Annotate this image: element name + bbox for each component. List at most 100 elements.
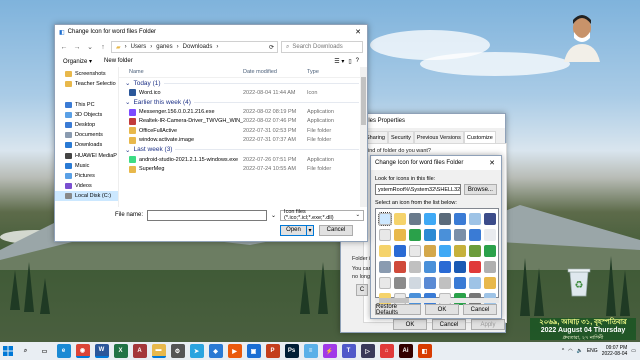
refresh-icon[interactable]: ⟳	[269, 44, 277, 51]
chevron-down-icon[interactable]: ⌄	[85, 43, 95, 51]
back-arrow-icon[interactable]: ←	[59, 44, 69, 51]
icon-list[interactable]	[375, 208, 499, 305]
file-row[interactable]: SuperMeg 2022-07-24 10:55 AM File folder	[119, 164, 367, 173]
shell-icon-option[interactable]	[439, 213, 451, 225]
shell-icon-option[interactable]	[424, 277, 436, 289]
restore-defaults-button[interactable]: Restore Defaults	[375, 304, 421, 316]
shell-icon-option[interactable]	[454, 277, 466, 289]
file-row[interactable]: Realtek-IR-Camera-Driver_TWVGH_WIN_... 20…	[119, 117, 367, 126]
open-dialog-close-button[interactable]: ✕	[349, 25, 367, 39]
forward-arrow-icon[interactable]: →	[72, 44, 82, 51]
props-ok-button[interactable]: OK	[393, 319, 427, 330]
tab-customize[interactable]: Customize	[463, 131, 496, 143]
nav-item[interactable]: Local Disk (C:)	[55, 191, 118, 202]
breadcrumb-ganes[interactable]: ganes	[156, 44, 172, 50]
start-button[interactable]	[0, 342, 16, 360]
photos-icon[interactable]: ▣	[246, 344, 261, 358]
settings-icon[interactable]: ⚙	[170, 344, 185, 358]
shell-icon-option[interactable]	[394, 229, 406, 241]
file-row[interactable]: OfficeFullActive 2022-07-31 02:53 PM File …	[119, 126, 367, 135]
nav-item[interactable]: Videos	[55, 181, 118, 191]
help-icon[interactable]: ?	[356, 58, 359, 65]
preview-pane-icon[interactable]: ▯	[348, 58, 351, 65]
nav-item[interactable]: Documents	[55, 130, 118, 140]
nav-item[interactable]: Screenshots	[55, 69, 118, 79]
props-apply-button[interactable]: Apply	[471, 319, 505, 330]
shell-icon-option[interactable]	[409, 261, 421, 273]
icon-list-hscroll[interactable]	[375, 298, 499, 303]
shell-icon-option[interactable]	[454, 213, 466, 225]
shell-icon-option[interactable]	[469, 245, 481, 257]
nav-item[interactable]: Downloads	[55, 140, 118, 150]
shell-icon-option[interactable]	[409, 213, 421, 225]
shell-icon-option[interactable]	[484, 229, 496, 241]
nav-item[interactable]: Desktop	[55, 120, 118, 130]
telegram-icon[interactable]: ➤	[189, 344, 204, 358]
change-icon-button[interactable]: C	[356, 284, 368, 296]
wifi-icon[interactable]: ◠	[568, 348, 572, 354]
filetype-select[interactable]: Icon files (*.ico;*.icl;*.exe;*.dll) ⌄	[280, 209, 365, 221]
icon-dialog-cancel-button[interactable]: Cancel	[463, 304, 497, 315]
shell-icon-option[interactable]	[424, 245, 436, 257]
photoshop-icon[interactable]: Ps	[284, 344, 299, 358]
file-row[interactable]: Word.ico 2022-08-04 11:44 AM Icon	[119, 88, 367, 97]
shell-icon-option[interactable]	[378, 212, 392, 226]
excel-icon[interactable]: X	[113, 344, 128, 358]
shell-icon-option[interactable]	[454, 261, 466, 273]
nav-item[interactable]: HUAWEI MediaP	[55, 151, 118, 161]
shell-icon-option[interactable]	[379, 277, 391, 289]
shell-icon-option[interactable]	[469, 277, 481, 289]
shell-icon-option[interactable]	[469, 213, 481, 225]
chrome-icon[interactable]: ◉	[75, 344, 90, 358]
shell-icon-option[interactable]	[424, 229, 436, 241]
shell-icon-option[interactable]	[394, 213, 406, 225]
props-cancel-button[interactable]: Cancel	[432, 319, 466, 330]
word-icon[interactable]: W	[94, 344, 109, 358]
teams-icon[interactable]: T	[341, 344, 356, 358]
maps-icon[interactable]: ◆	[208, 344, 223, 358]
shell-icon-option[interactable]	[439, 277, 451, 289]
new-folder-button[interactable]: New folder	[104, 58, 133, 64]
shell-icon-option[interactable]	[439, 229, 451, 241]
video-editor-icon[interactable]: ▷	[360, 344, 375, 358]
icon-file-path-input[interactable]: ystemRoot%\System32\SHELL32.dll	[375, 184, 461, 195]
shell-icon-option[interactable]	[424, 213, 436, 225]
breadcrumb-users[interactable]: Users	[131, 44, 147, 50]
edge-icon[interactable]: e	[56, 344, 71, 358]
search-icon[interactable]: ⌕	[18, 344, 33, 358]
nav-item[interactable]: Teacher Selectio	[55, 79, 118, 89]
breadcrumb-downloads[interactable]: Downloads	[183, 44, 213, 50]
cancel-button[interactable]: Cancel	[319, 224, 353, 236]
shell-icon-option[interactable]	[469, 229, 481, 241]
column-date[interactable]: Date modified	[243, 69, 307, 75]
nav-item[interactable]: Music	[55, 161, 118, 171]
shell-icon-option[interactable]	[469, 261, 481, 273]
column-name[interactable]: Name	[119, 69, 243, 75]
shell-icon-option[interactable]	[439, 261, 451, 273]
file-row[interactable]: Messenger.156.0.0.21.216.exe 2022-08-02 0…	[119, 107, 367, 116]
breadcrumb[interactable]: ▰ › Users › ganes › Downloads › ⟳	[111, 41, 278, 53]
file-row[interactable]: android-studio-2021.2.1.15-windows.exe 20…	[119, 155, 367, 164]
shell-icon-option[interactable]	[409, 277, 421, 289]
nav-item[interactable]: Pictures	[55, 171, 118, 181]
shell-icon-option[interactable]	[484, 245, 496, 257]
shell-icon-option[interactable]	[394, 277, 406, 289]
shell-icon-option[interactable]	[454, 229, 466, 241]
shell-icon-option[interactable]	[454, 245, 466, 257]
shell-icon-option[interactable]	[379, 261, 391, 273]
open-split-dropdown[interactable]: ▾	[306, 224, 314, 236]
shell-icon-option[interactable]	[409, 245, 421, 257]
recycle-bin-icon[interactable]: ♻	[566, 266, 592, 298]
volume-icon[interactable]: 🔈	[577, 348, 583, 354]
shell-icon-option[interactable]	[484, 277, 496, 289]
tab-security[interactable]: Security	[387, 131, 414, 143]
column-type[interactable]: Type	[307, 69, 347, 75]
shell-icon-option[interactable]	[439, 245, 451, 257]
task-view-icon[interactable]: ▭	[37, 344, 52, 358]
notifications-icon[interactable]: ▭	[631, 348, 636, 354]
notepad-icon[interactable]: ≡	[303, 344, 318, 358]
up-arrow-icon[interactable]: ↑	[98, 44, 108, 51]
shell-icon-option[interactable]	[424, 261, 436, 273]
file-group-header[interactable]: ⌄ Earlier this week (4)	[119, 97, 367, 107]
file-group-header[interactable]: ⌄ Last week (3)	[119, 145, 367, 155]
